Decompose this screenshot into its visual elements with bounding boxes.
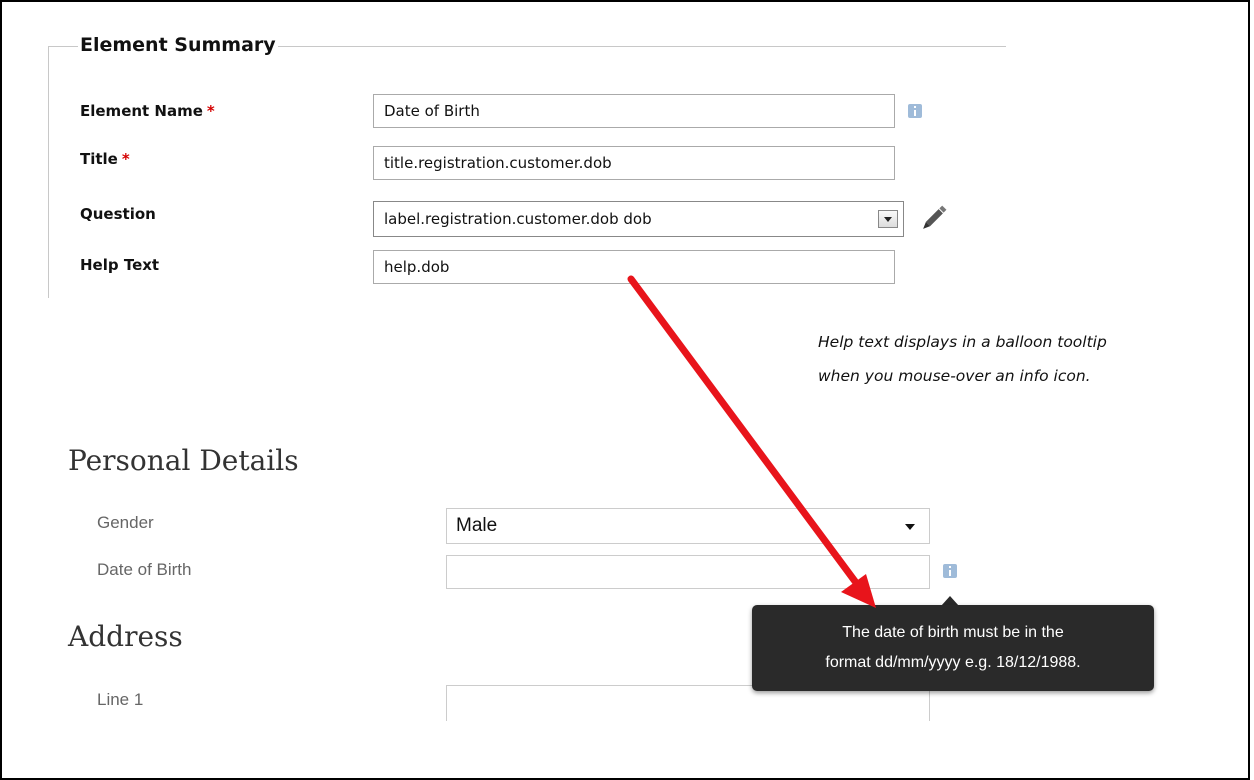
gender-label: Gender xyxy=(97,513,154,532)
date-of-birth-input[interactable] xyxy=(446,555,930,589)
element-name-input[interactable]: Date of Birth xyxy=(373,94,895,128)
help-text-input[interactable]: help.dob xyxy=(373,250,895,284)
personal-details-heading: Personal Details xyxy=(68,444,299,477)
help-tooltip: The date of birth must be in the format … xyxy=(752,605,1154,691)
info-icon[interactable] xyxy=(943,564,957,578)
question-label: Question xyxy=(80,205,156,223)
element-name-label: Element Name * xyxy=(80,102,215,120)
address-heading: Address xyxy=(68,620,183,653)
annotation-note: Help text displays in a balloon tooltip … xyxy=(818,325,1238,393)
date-of-birth-label: Date of Birth xyxy=(97,560,192,579)
title-label-text: Title xyxy=(80,150,118,168)
title-input[interactable]: title.registration.customer.dob xyxy=(373,146,895,180)
annotation-line-1: Help text displays in a balloon tooltip xyxy=(818,333,1107,351)
tooltip-line-2: format dd/mm/yyyy e.g. 18/12/1988. xyxy=(825,654,1081,671)
element-name-label-text: Element Name xyxy=(80,102,203,120)
title-label: Title * xyxy=(80,150,130,168)
info-icon[interactable] xyxy=(908,104,922,118)
pencil-icon[interactable] xyxy=(916,202,950,236)
chevron-down-icon[interactable] xyxy=(878,210,898,228)
required-marker: * xyxy=(206,102,215,120)
question-select-value: label.registration.customer.dob dob xyxy=(384,210,652,228)
help-text-label: Help Text xyxy=(80,256,160,274)
tooltip-line-1: The date of birth must be in the xyxy=(842,624,1064,641)
gender-select-value: Male xyxy=(456,515,498,536)
element-summary-legend: Element Summary xyxy=(78,34,278,56)
question-select[interactable]: label.registration.customer.dob dob xyxy=(373,201,904,237)
annotation-line-2: when you mouse-over an info icon. xyxy=(818,367,1091,385)
line-1-label: Line 1 xyxy=(97,690,144,709)
caret-down-icon xyxy=(905,524,915,530)
gender-select[interactable]: Male xyxy=(446,508,930,544)
required-marker: * xyxy=(121,150,130,168)
